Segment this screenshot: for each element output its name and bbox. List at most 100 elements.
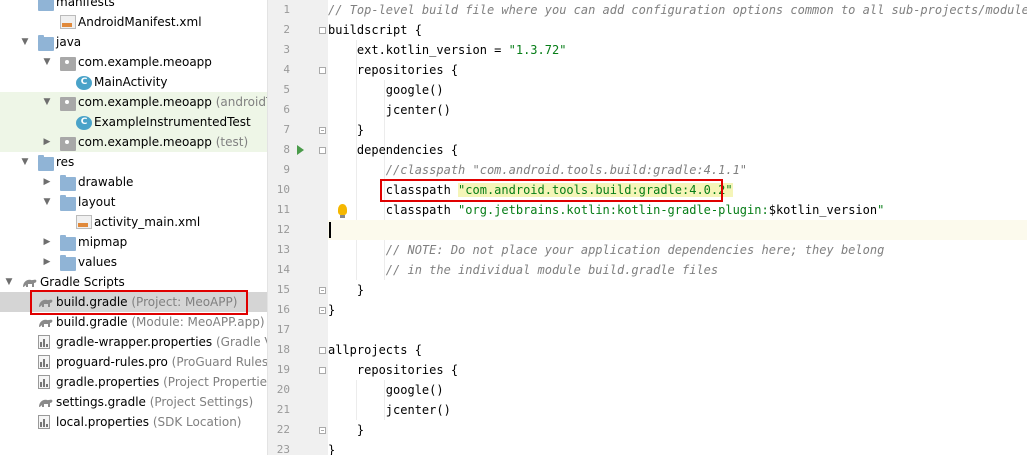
tree-item-detail: (Project Properties): [159, 375, 268, 389]
tree-item-name: settings.gradle: [56, 395, 146, 409]
tree-item-label: gradle.properties (Project Properties): [56, 372, 268, 392]
gradle-icon: [38, 397, 54, 411]
code-token: classpath: [328, 203, 459, 217]
run-gutter-icon[interactable]: [297, 145, 304, 155]
tree-item[interactable]: settings.gradle (Project Settings): [0, 392, 267, 412]
code-line[interactable]: repositories {: [328, 60, 1027, 80]
tree-item-label: local.properties (SDK Location): [56, 412, 242, 432]
tree-item-name: ExampleInstrumentedTest: [94, 115, 251, 129]
code-line[interactable]: //classpath "com.android.tools.build:gra…: [328, 160, 1027, 180]
tree-item[interactable]: ▼ Gradle Scripts: [0, 272, 267, 292]
tree-item[interactable]: manifests: [0, 0, 267, 12]
fold-start-icon[interactable]: [319, 347, 326, 354]
tree-item-detail: (SDK Location): [149, 415, 242, 429]
tree-item[interactable]: ▼ res: [0, 152, 267, 172]
fold-start-icon[interactable]: [319, 147, 326, 154]
tree-item[interactable]: ▶ mipmap: [0, 232, 267, 252]
fold-start-icon[interactable]: [319, 367, 326, 374]
code-line[interactable]: jcenter(): [328, 100, 1027, 120]
code-line[interactable]: }: [328, 280, 1027, 300]
line-number: 6: [283, 103, 290, 116]
tree-item[interactable]: ▶ com.example.meoapp (test): [0, 132, 267, 152]
tree-item[interactable]: ▶ values: [0, 252, 267, 272]
tree-item[interactable]: ▼ com.example.meoapp: [0, 52, 267, 72]
code-line[interactable]: }: [328, 420, 1027, 440]
tree-item-name: com.example.meoapp: [78, 55, 212, 69]
tree-item[interactable]: proguard-rules.pro (ProGuard Rules for: [0, 352, 267, 372]
tree-item[interactable]: ▶ drawable: [0, 172, 267, 192]
code-token: repositories {: [328, 63, 459, 77]
tree-item-name: mipmap: [78, 235, 128, 249]
code-line[interactable]: ext.kotlin_version = "1.3.72": [328, 40, 1027, 60]
code-line[interactable]: [328, 320, 1027, 340]
code-line[interactable]: [328, 220, 1027, 240]
chevron-down-icon[interactable]: ▼: [42, 52, 52, 72]
line-number: 12: [276, 223, 290, 236]
line-number: 20: [276, 383, 290, 396]
tree-item-name: values: [78, 255, 118, 269]
line-number: 14: [276, 263, 290, 276]
code-line[interactable]: google(): [328, 380, 1027, 400]
code-line[interactable]: }: [328, 300, 1027, 320]
chevron-down-icon[interactable]: ▼: [42, 192, 52, 212]
tree-item[interactable]: ▼ layout: [0, 192, 267, 212]
tree-item[interactable]: AndroidManifest.xml: [0, 12, 267, 32]
fold-end-icon[interactable]: [319, 127, 326, 134]
tree-item-label: values: [78, 252, 117, 272]
code-line[interactable]: }: [328, 120, 1027, 140]
tree-item[interactable]: local.properties (SDK Location): [0, 412, 267, 432]
tree-item-label: layout: [78, 192, 115, 212]
tree-item-name: gradle-wrapper.properties: [56, 335, 213, 349]
fold-end-icon[interactable]: [319, 307, 326, 314]
tree-item[interactable]: C MainActivity: [0, 72, 267, 92]
tree-item[interactable]: ▼ com.example.meoapp (androidTest): [0, 92, 267, 112]
folder-icon: [38, 155, 54, 171]
tree-item-name: java: [56, 35, 82, 49]
tree-item-label: ExampleInstrumentedTest: [94, 112, 251, 132]
fold-start-icon[interactable]: [319, 67, 326, 74]
chevron-down-icon[interactable]: ▼: [4, 272, 14, 292]
chevron-down-icon[interactable]: ▼: [20, 152, 30, 172]
chevron-right-icon[interactable]: ▶: [42, 172, 52, 192]
code-token: // NOTE: Do not place your application d…: [328, 243, 885, 257]
code-line[interactable]: jcenter(): [328, 400, 1027, 420]
code-line[interactable]: // NOTE: Do not place your application d…: [328, 240, 1027, 260]
chevron-right-icon[interactable]: ▶: [42, 252, 52, 272]
fold-start-icon[interactable]: [319, 27, 326, 34]
line-number: 10: [276, 183, 290, 196]
chevron-down-icon[interactable]: ▼: [20, 32, 30, 52]
code-editor[interactable]: // Top-level build file where you can ad…: [328, 0, 1027, 455]
chevron-down-icon[interactable]: ▼: [42, 92, 52, 112]
tree-item[interactable]: gradle.properties (Project Properties): [0, 372, 267, 392]
code-line[interactable]: classpath "org.jetbrains.kotlin:kotlin-g…: [328, 200, 1027, 220]
intention-bulb-icon[interactable]: [338, 204, 347, 218]
code-line[interactable]: google(): [328, 80, 1027, 100]
code-line[interactable]: // in the individual module build.gradle…: [328, 260, 1027, 280]
tree-item[interactable]: activity_main.xml: [0, 212, 267, 232]
fold-end-icon[interactable]: [319, 427, 326, 434]
tree-item[interactable]: C ExampleInstrumentedTest: [0, 112, 267, 132]
code-token: allprojects {: [328, 343, 422, 357]
code-token: ext.kotlin_version =: [328, 43, 509, 57]
code-token: // Top-level build file where you can ad…: [328, 3, 1027, 17]
line-number: 9: [283, 163, 290, 176]
folder-icon: [60, 175, 76, 191]
code-line[interactable]: }: [328, 440, 1027, 455]
tree-item-detail: (androidTest): [215, 95, 267, 109]
code-token: "1.3.72": [508, 43, 567, 57]
line-number: 21: [276, 403, 290, 416]
tree-item[interactable]: ▼ java: [0, 32, 267, 52]
code-line[interactable]: dependencies {: [328, 140, 1027, 160]
folder-icon: [38, 35, 54, 51]
code-line[interactable]: // Top-level build file where you can ad…: [328, 0, 1027, 20]
code-line[interactable]: repositories {: [328, 360, 1027, 380]
chevron-right-icon[interactable]: ▶: [42, 132, 52, 152]
fold-end-icon[interactable]: [319, 287, 326, 294]
tree-item-label: AndroidManifest.xml: [78, 12, 202, 32]
code-line[interactable]: allprojects {: [328, 340, 1027, 360]
tree-item[interactable]: gradle-wrapper.properties (Gradle Versio: [0, 332, 267, 352]
tree-item[interactable]: build.gradle (Module: MeoAPP.app): [0, 312, 267, 332]
chevron-right-icon[interactable]: ▶: [42, 232, 52, 252]
line-number: 15: [276, 283, 290, 296]
code-line[interactable]: buildscript {: [328, 20, 1027, 40]
